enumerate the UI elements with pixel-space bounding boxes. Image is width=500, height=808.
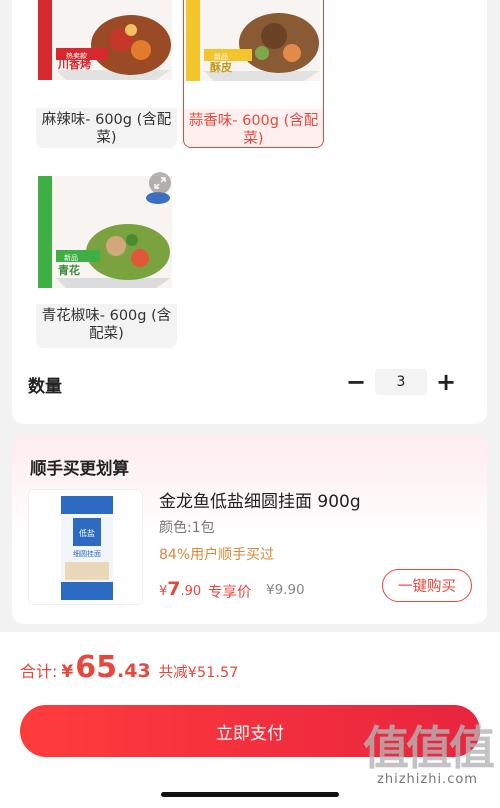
watermark-logo: 值值值 <box>363 721 495 775</box>
pack-badge-text: 新品 <box>214 52 228 61</box>
recommend-title: 顺手买更划算 <box>30 459 129 478</box>
pack-title-text: 酥皮 <box>210 60 232 74</box>
noodle-pack-image: 低盐 细圆挂面 <box>29 490 142 604</box>
recommend-product-image[interactable]: 低盐 细圆挂面 <box>28 489 143 605</box>
order-total: 合计: ¥ 65 .43 共减¥51.57 <box>20 650 238 685</box>
quantity-input[interactable]: 3 <box>375 369 427 395</box>
variant-option-mala[interactable]: 川香烤 热卖款 麻辣味- 600g (含配菜) <box>36 0 177 148</box>
pack-badge-text: 热卖款 <box>66 51 87 60</box>
variant-thumbnail: 川香烤 热卖款 <box>36 0 177 108</box>
sku-selector-card: 川香烤 热卖款 麻辣味- 600g (含配菜) 酥皮 新品 蒜香味- 600g … <box>12 0 487 424</box>
site-watermark: 值值值 zhizhizhi.com <box>363 721 495 787</box>
quantity-increase-button[interactable]: + <box>435 368 457 396</box>
variant-label: 青花椒味- 600g (含配菜) <box>41 308 172 342</box>
variant-thumbnail: 酥皮 新品 <box>184 0 323 109</box>
home-indicator[interactable] <box>161 792 339 797</box>
price-integer: 7 <box>167 578 181 600</box>
addon-recommend-card: 顺手买更划算 低盐 细圆挂面 金龙鱼低盐细圆挂面 900g 颜色:1包 84%用… <box>12 435 487 624</box>
product-box-image: 酥皮 新品 <box>184 0 323 109</box>
recommend-price: ¥7.90 <box>159 578 201 600</box>
one-click-buy-button[interactable]: 一键购买 <box>382 569 472 602</box>
variant-option-green-pepper[interactable]: 青花 新品 青花椒味- 600g (含配菜) <box>36 166 177 348</box>
zoom-icon[interactable] <box>149 172 171 194</box>
pack-title-text: 细圆挂面 <box>73 549 101 558</box>
quantity-label: 数量 <box>28 377 62 397</box>
checkout-footer: 合计: ¥ 65 .43 共减¥51.57 立即支付 值值值 zhizhizhi… <box>0 632 500 808</box>
price-decimal: .90 <box>180 584 202 599</box>
variant-label: 麻辣味- 600g (含配菜) <box>41 112 172 146</box>
recommend-product-spec: 颜色:1包 <box>159 520 215 536</box>
watermark-url: zhizhizhi.com <box>377 772 478 787</box>
product-box-image: 川香烤 热卖款 <box>36 0 177 108</box>
quantity-decrease-button[interactable]: − <box>345 368 367 396</box>
original-price: ¥9.90 <box>266 582 305 598</box>
pack-title-text: 青花 <box>58 263 80 277</box>
total-integer: 65 <box>75 650 117 685</box>
discount-total: 共减¥51.57 <box>158 665 239 681</box>
pack-brand-text: 低盐 <box>79 528 95 538</box>
recommend-product-name[interactable]: 金龙鱼低盐细圆挂面 900g <box>159 487 361 512</box>
recommend-social-hint: 84%用户顺手买过 <box>159 547 275 563</box>
quantity-stepper: − 3 + <box>345 368 457 396</box>
exclusive-price-tag: 专享价 <box>208 585 252 601</box>
variant-option-garlic[interactable]: 酥皮 新品 蒜香味- 600g (含配菜) <box>183 0 324 148</box>
total-label: 合计: <box>20 662 58 681</box>
variant-label: 蒜香味- 600g (含配菜) <box>188 113 319 147</box>
pack-badge-text: 新品 <box>64 253 78 262</box>
total-currency: ¥ <box>61 662 74 682</box>
variant-thumbnail: 青花 新品 <box>36 166 177 304</box>
total-decimal: .43 <box>117 660 151 682</box>
